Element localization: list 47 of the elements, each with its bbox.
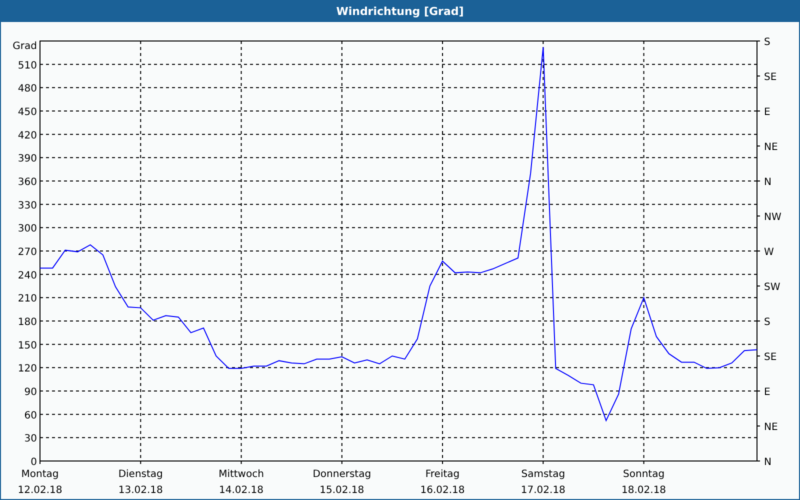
direction-label: E xyxy=(764,107,770,118)
y-tick-label: 120 xyxy=(18,364,37,375)
y-tick-label: 450 xyxy=(18,107,37,118)
y-tick-label: 420 xyxy=(18,130,37,142)
direction-label: S xyxy=(764,317,770,328)
y-tick-label: 510 xyxy=(18,60,37,72)
y-tick-label: 390 xyxy=(18,154,37,165)
direction-label: N xyxy=(764,177,772,188)
direction-label: SE xyxy=(764,72,777,83)
y-tick-label: 300 xyxy=(18,224,37,235)
x-tick-date: 15.02.18 xyxy=(320,485,364,496)
direction-label: W xyxy=(764,247,774,258)
x-tick-label: Sonntag xyxy=(623,469,665,480)
x-tick-label: Freitag xyxy=(425,469,460,480)
direction-label: NE xyxy=(764,142,778,153)
y-tick-label: 210 xyxy=(18,294,37,305)
y-tick-label: 150 xyxy=(18,340,37,352)
y-tick-label: 180 xyxy=(18,317,37,328)
x-tick-date: 16.02.18 xyxy=(420,485,465,496)
x-tick-label: Donnerstag xyxy=(312,469,372,480)
y-tick-label: 330 xyxy=(18,200,37,212)
x-tick-date: 13.02.18 xyxy=(118,485,163,496)
x-tick-date: 12.02.18 xyxy=(18,485,62,496)
y-tick-label: 0 xyxy=(30,457,37,468)
x-tick-date: 18.02.18 xyxy=(622,485,666,496)
direction-label: S xyxy=(764,37,770,48)
y-tick-label: 240 xyxy=(18,270,37,282)
x-tick-label: Mittwoch xyxy=(218,469,264,480)
y-tick-label: 480 xyxy=(18,84,37,95)
direction-label: SW xyxy=(764,282,780,293)
x-tick-date: 14.02.18 xyxy=(219,485,264,496)
direction-label: N xyxy=(764,457,772,468)
x-tick-label: Samstag xyxy=(521,469,566,480)
direction-label: E xyxy=(764,387,770,398)
y-axis-title: Grad xyxy=(12,41,37,52)
direction-label: NE xyxy=(764,422,778,433)
x-tick-label: Dienstag xyxy=(118,469,163,480)
x-tick-label: Montag xyxy=(21,469,59,480)
x-tick-date: 17.02.18 xyxy=(520,485,566,496)
y-tick-label: 360 xyxy=(18,177,37,188)
y-tick-label: 270 xyxy=(18,247,37,258)
direction-label: SE xyxy=(764,352,777,363)
y-tick-label: 90 xyxy=(24,387,37,398)
direction-label: NW xyxy=(764,212,782,223)
y-tick-label: 30 xyxy=(24,434,37,445)
window-title: Windrichtung [Grad] xyxy=(336,5,464,18)
y-tick-label: 60 xyxy=(24,410,37,422)
